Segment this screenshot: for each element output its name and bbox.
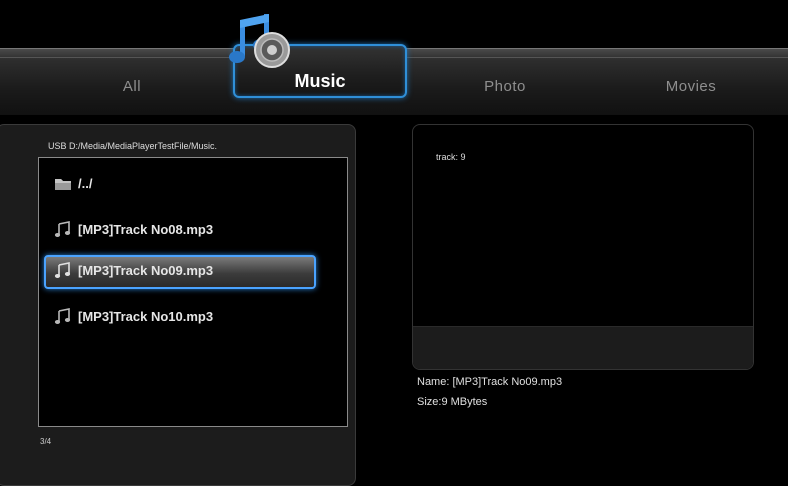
tab-movies[interactable]: Movies — [646, 78, 736, 100]
list-item-parent-folder[interactable]: /../ — [54, 172, 92, 194]
tab-all[interactable]: All — [92, 78, 172, 100]
music-note-icon — [54, 308, 71, 324]
current-path: USB D:/Media/MediaPlayerTestFile/Music. — [48, 141, 218, 151]
music-note-icon — [54, 262, 71, 278]
track-info: track: 9 — [436, 152, 466, 162]
list-item-label: /../ — [78, 175, 93, 191]
folder-icon — [55, 179, 71, 190]
tab-music-label: Music — [294, 71, 346, 91]
list-item-label: [MP3]Track No09.mp3 — [78, 262, 214, 278]
music-speaker-icon — [229, 14, 290, 68]
list-item[interactable]: [MP3]Track No10.mp3 — [54, 305, 213, 327]
file-name-info: Name: [MP3]Track No09.mp3 — [417, 376, 563, 388]
media-browser-screen: All Music Photo Movies USB D:/Media/Medi… — [0, 0, 788, 486]
list-item-label: [MP3]Track No10.mp3 — [78, 308, 214, 324]
file-list[interactable] — [38, 157, 348, 427]
music-note-icon — [54, 221, 71, 237]
list-item-selected[interactable]: [MP3]Track No09.mp3 — [54, 259, 213, 281]
list-item-label: [MP3]Track No08.mp3 — [78, 221, 214, 237]
tab-photo[interactable]: Photo — [465, 78, 545, 100]
preview-panel-footer — [413, 326, 753, 369]
item-counter: 3/4 — [40, 437, 52, 446]
list-item[interactable]: [MP3]Track No08.mp3 — [54, 218, 213, 240]
file-size-info: Size:9 MBytes — [417, 396, 488, 408]
